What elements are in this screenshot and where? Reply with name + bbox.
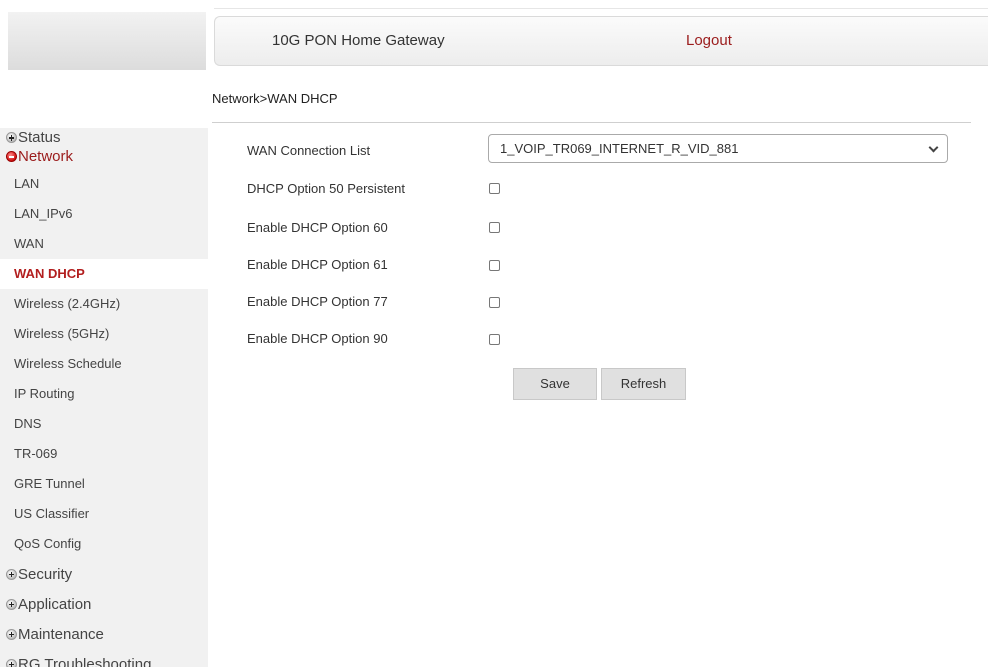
option-60-label: Enable DHCP Option 60 — [247, 220, 388, 235]
sidebar-group-status[interactable]: Status — [0, 128, 208, 147]
option-61-label: Enable DHCP Option 61 — [247, 257, 388, 272]
sidebar-item-tr069[interactable]: TR-069 — [0, 439, 208, 469]
option-77-label: Enable DHCP Option 77 — [247, 294, 388, 309]
logout-link[interactable]: Logout — [686, 32, 732, 49]
option-60-checkbox[interactable] — [489, 222, 500, 233]
app-title: 10G PON Home Gateway — [272, 32, 445, 49]
wan-connection-label: WAN Connection List — [247, 143, 371, 158]
sidebar-item-wan-dhcp[interactable]: WAN DHCP — [0, 259, 208, 289]
option-61-checkbox[interactable] — [489, 260, 500, 271]
sidebar-item-gre-tunnel[interactable]: GRE Tunnel — [0, 469, 208, 499]
sidebar-group-label: Application — [18, 595, 92, 613]
logo-area — [8, 12, 206, 70]
save-button[interactable]: Save — [513, 368, 597, 400]
collapse-minus-icon — [6, 151, 17, 162]
option-90-checkbox[interactable] — [489, 334, 500, 345]
option-90-label: Enable DHCP Option 90 — [247, 331, 388, 346]
top-divider — [214, 8, 988, 9]
sidebar-group-label: Maintenance — [18, 625, 104, 643]
sidebar-item-wireless-schedule[interactable]: Wireless Schedule — [0, 349, 208, 379]
sidebar-item-lan[interactable]: LAN — [0, 169, 208, 199]
sidebar-item-ip-routing[interactable]: IP Routing — [0, 379, 208, 409]
header-bar: 10G PON Home Gateway Logout — [214, 16, 988, 66]
sidebar-item-qos-config[interactable]: QoS Config — [0, 529, 208, 559]
wan-connection-select[interactable]: 1_VOIP_TR069_INTERNET_R_VID_881 — [488, 134, 948, 163]
option-77-checkbox[interactable] — [489, 297, 500, 308]
sidebar-group-label: Security — [18, 565, 73, 583]
expand-plus-icon — [6, 598, 17, 610]
breadcrumb: Network>WAN DHCP — [212, 91, 338, 106]
sidebar-item-wan[interactable]: WAN — [0, 229, 208, 259]
option-50-checkbox[interactable] — [489, 183, 500, 194]
sidebar-item-wireless-5ghz[interactable]: Wireless (5GHz) — [0, 319, 208, 349]
sidebar-group-maintenance[interactable]: Maintenance — [0, 619, 208, 649]
sidebar-group-network[interactable]: Network — [0, 147, 208, 166]
sidebar-group-label: Status — [18, 129, 61, 146]
option-50-label: DHCP Option 50 Persistent — [247, 181, 405, 196]
refresh-button[interactable]: Refresh — [601, 368, 686, 400]
chevron-down-icon — [928, 142, 939, 153]
breadcrumb-divider — [212, 122, 971, 123]
sidebar: Status Network LAN LAN_IPv6 WAN WAN DHCP… — [0, 128, 208, 667]
sidebar-group-security[interactable]: Security — [0, 559, 208, 589]
sidebar-group-application[interactable]: Application — [0, 589, 208, 619]
sidebar-group-label: RG Troubleshooting — [18, 655, 152, 667]
sidebar-group-rg-troubleshooting[interactable]: RG Troubleshooting — [0, 649, 208, 667]
wan-connection-value: 1_VOIP_TR069_INTERNET_R_VID_881 — [500, 141, 739, 156]
expand-plus-icon — [6, 132, 17, 143]
sidebar-item-us-classifier[interactable]: US Classifier — [0, 499, 208, 529]
sidebar-item-dns[interactable]: DNS — [0, 409, 208, 439]
expand-plus-icon — [6, 658, 17, 667]
sidebar-item-lan-ipv6[interactable]: LAN_IPv6 — [0, 199, 208, 229]
expand-plus-icon — [6, 628, 17, 640]
sidebar-item-wireless-24ghz[interactable]: Wireless (2.4GHz) — [0, 289, 208, 319]
sidebar-group-label: Network — [18, 148, 74, 165]
expand-plus-icon — [6, 568, 17, 580]
